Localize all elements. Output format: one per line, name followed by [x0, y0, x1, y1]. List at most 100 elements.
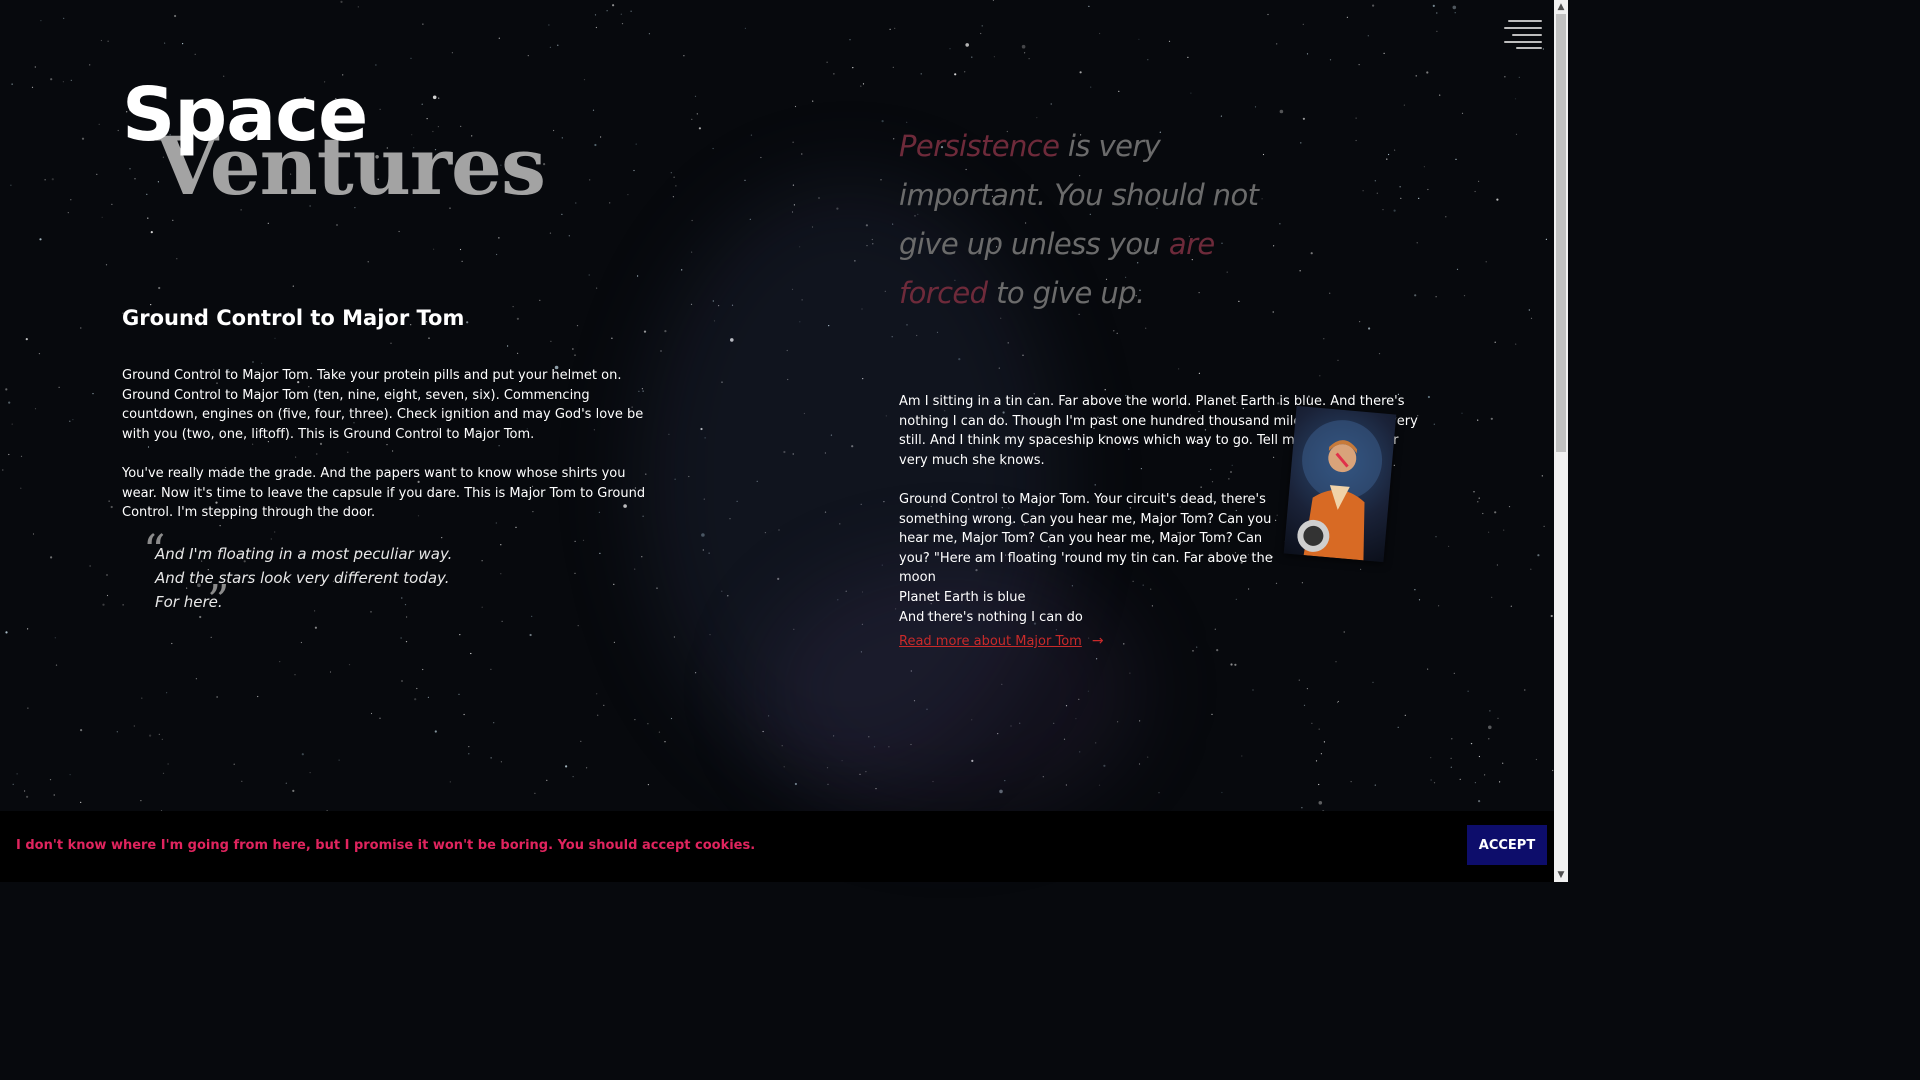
accept-cookies-button[interactable]: ACCEPT	[1467, 825, 1547, 865]
star	[583, 79, 586, 81]
star	[405, 641, 408, 643]
star	[634, 719, 636, 721]
star	[1241, 755, 1243, 757]
star	[167, 763, 169, 765]
star	[96, 173, 98, 175]
star	[1254, 106, 1257, 108]
read-more-link[interactable]: Read more about Major Tom	[899, 633, 1082, 651]
star	[1433, 782, 1436, 784]
star	[5, 388, 8, 391]
star	[1471, 743, 1473, 745]
star	[171, 642, 173, 645]
star	[182, 43, 184, 45]
star	[338, 759, 340, 761]
star	[174, 14, 177, 18]
star	[195, 678, 197, 680]
hamburger-menu-icon[interactable]	[1504, 18, 1542, 49]
star	[1138, 38, 1140, 41]
star	[8, 453, 10, 456]
star	[1374, 180, 1376, 182]
vertical-scrollbar[interactable]: ▲ ▼	[1554, 0, 1568, 882]
star	[1198, 372, 1200, 374]
star	[1372, 4, 1375, 7]
star	[1139, 720, 1141, 722]
star	[920, 73, 922, 75]
scroll-down-icon[interactable]: ▼	[1554, 868, 1568, 882]
star	[1510, 605, 1512, 607]
star	[106, 594, 109, 597]
star	[1318, 728, 1320, 730]
star	[1435, 296, 1437, 298]
star	[1427, 668, 1429, 670]
paragraph-line: And there's nothing I can do	[899, 609, 1083, 625]
star	[1050, 103, 1052, 105]
logo-space[interactable]: Space	[122, 72, 368, 158]
star	[39, 238, 42, 241]
star	[1211, 713, 1213, 716]
star	[55, 664, 58, 666]
star	[949, 48, 951, 50]
star	[1310, 252, 1313, 255]
star	[1279, 109, 1284, 114]
astronaut-portrait-image	[1283, 405, 1397, 563]
star	[1477, 501, 1479, 503]
star	[1311, 722, 1313, 724]
cookie-message: I don't know where I'm going from here, …	[16, 838, 756, 853]
star	[34, 66, 36, 68]
star	[149, 734, 152, 737]
star	[1474, 782, 1476, 784]
star	[1535, 758, 1537, 761]
star	[1099, 32, 1101, 35]
star	[561, 137, 563, 139]
star	[964, 71, 966, 73]
star	[594, 14, 597, 16]
star	[1021, 44, 1026, 49]
star	[549, 46, 552, 48]
star	[370, 712, 373, 715]
star	[683, 55, 685, 57]
star	[612, 4, 615, 7]
star	[630, 10, 632, 12]
star	[792, 141, 794, 143]
star	[1456, 268, 1459, 270]
star	[529, 633, 532, 637]
star	[1504, 76, 1506, 78]
star	[1320, 753, 1322, 755]
star	[379, 108, 381, 110]
star	[860, 85, 862, 87]
star	[568, 235, 570, 237]
star	[1400, 197, 1402, 199]
star	[849, 39, 851, 41]
star	[1514, 98, 1517, 100]
star	[1303, 704, 1306, 706]
star	[783, 766, 785, 768]
star	[1478, 180, 1480, 182]
star	[1459, 778, 1461, 781]
star	[1230, 663, 1233, 666]
star	[1496, 564, 1498, 566]
star	[672, 196, 675, 198]
star	[1367, 35, 1369, 37]
star	[379, 717, 381, 719]
star	[1350, 781, 1352, 783]
star	[691, 219, 693, 222]
scrollbar-thumb[interactable]	[1556, 14, 1566, 452]
star	[309, 772, 311, 774]
star	[432, 95, 437, 100]
star	[1386, 158, 1388, 160]
star	[210, 636, 212, 639]
star	[1036, 117, 1038, 119]
star	[1346, 16, 1348, 18]
star	[894, 27, 896, 29]
star	[459, 248, 462, 251]
star	[1276, 43, 1278, 45]
star	[1359, 321, 1361, 323]
star	[889, 28, 891, 30]
star	[1090, 86, 1092, 88]
star	[422, 23, 424, 25]
scroll-up-icon[interactable]: ▲	[1554, 0, 1568, 14]
star	[1118, 90, 1120, 92]
arrow-right-icon[interactable]: →	[1092, 633, 1104, 649]
star	[72, 419, 74, 421]
star	[534, 792, 536, 794]
